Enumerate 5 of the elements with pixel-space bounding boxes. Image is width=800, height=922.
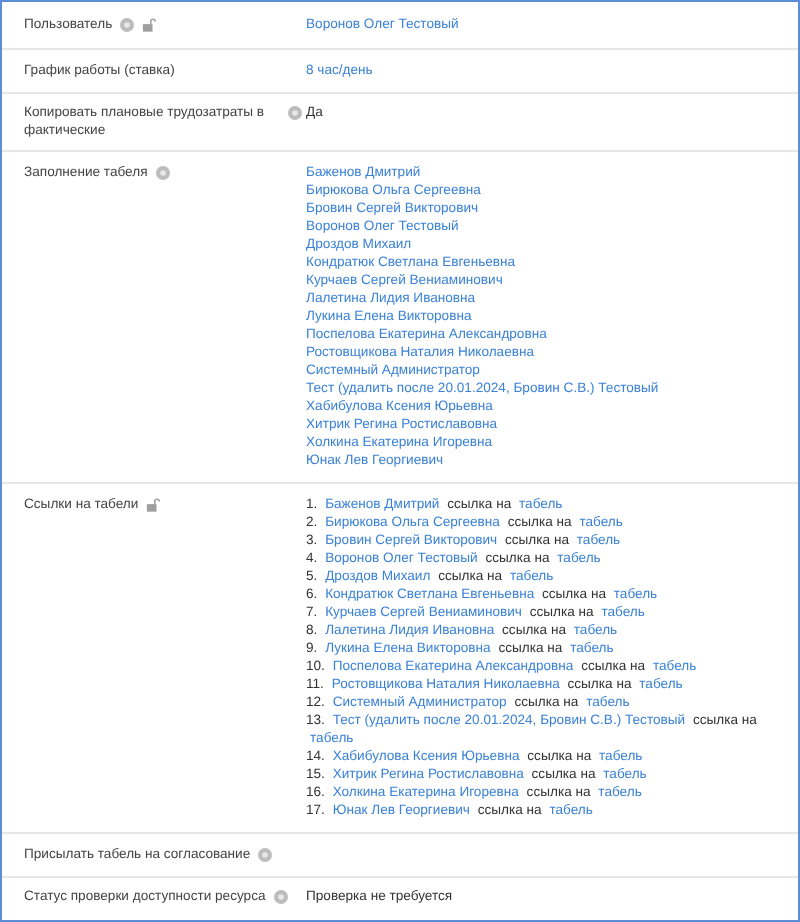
help-icon[interactable]	[120, 18, 135, 32]
help-icon[interactable]	[288, 106, 302, 120]
help-icon[interactable]	[273, 890, 288, 904]
help-icon[interactable]	[155, 166, 170, 180]
help-icon[interactable]	[258, 848, 273, 862]
